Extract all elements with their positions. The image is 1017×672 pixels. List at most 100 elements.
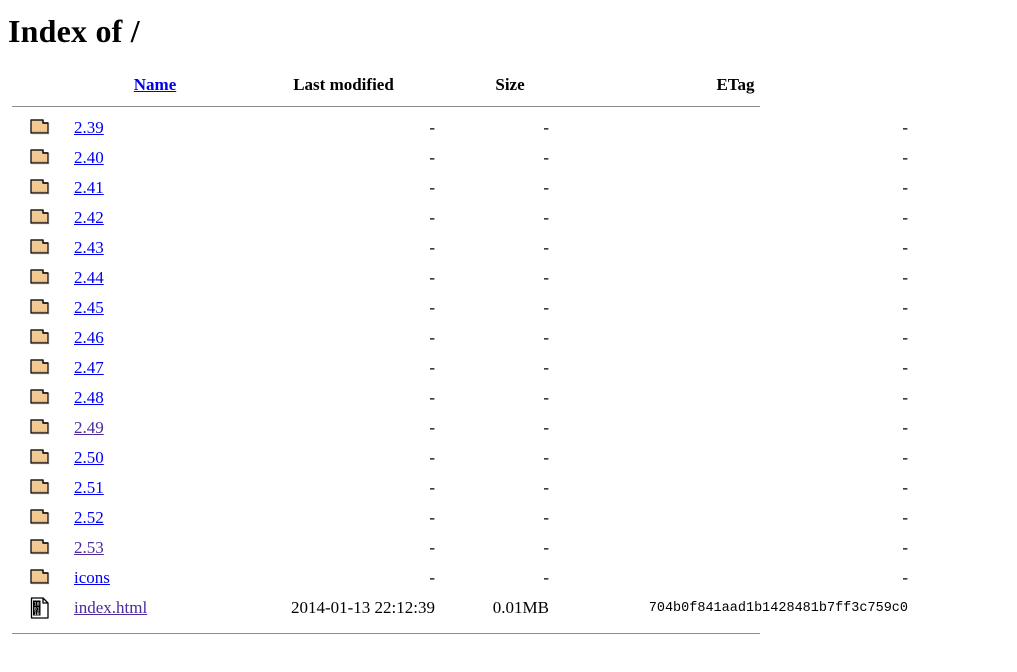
row-etag: - [902,358,908,377]
entry-link[interactable]: icons [74,568,110,587]
row-last-modified: - [429,238,435,257]
row-etag: - [902,508,908,527]
sort-by-name-link[interactable]: Name [134,75,176,94]
directory-table: Name Last modified Size ETag 2.39 - - - 2.40… [12,68,908,634]
folder-icon [30,297,50,319]
entry-link[interactable]: 2.52 [74,508,104,527]
table-row: 2.52 - - - [12,503,908,533]
header-separator-row [12,102,908,113]
entry-link[interactable]: 2.51 [74,478,104,497]
table-row: 2.40 - - - [12,143,908,173]
row-etag: 704b0f841aad1b1428481b7ff3c759c0 [648,600,908,616]
row-name-cell: 2.52 [74,503,230,533]
row-etag: - [902,538,908,557]
folder-icon [30,537,50,559]
table-row: 2.45 - - - [12,293,908,323]
row-size: - [543,478,549,497]
row-size: - [543,148,549,167]
header-divider [12,106,760,107]
entry-link[interactable]: 2.46 [74,328,104,347]
entry-link[interactable]: 2.47 [74,358,104,377]
table-row: 2.46 - - - [12,323,908,353]
row-etag: - [902,418,908,437]
folder-icon [30,117,50,139]
row-last-modified: - [429,268,435,287]
row-last-modified: - [429,418,435,437]
row-last-modified: 2014-01-13 22:12:39 [290,598,435,617]
row-last-modified: - [429,118,435,137]
column-header-last-modified: Last modified [293,75,394,94]
row-icon-cell [12,503,74,533]
table-row: 2.51 - - - [12,473,908,503]
row-etag: - [902,568,908,587]
table-row: 2.53 - - - [12,533,908,563]
row-etag: - [902,388,908,407]
row-name-cell: 2.40 [74,143,230,173]
table-row: 2.39 - - - [12,113,908,143]
folder-icon [30,417,50,439]
row-icon-cell [12,443,74,473]
footer-separator-cell [12,623,908,634]
page-title: Index of / [8,13,140,49]
table-row: 2.49 - - - [12,413,908,443]
entry-link[interactable]: 2.48 [74,388,104,407]
entry-link[interactable]: 2.40 [74,148,104,167]
entry-link[interactable]: 2.44 [74,268,104,287]
row-icon-cell [12,383,74,413]
row-icon-cell [12,203,74,233]
row-last-modified: - [429,208,435,227]
row-last-modified: - [429,358,435,377]
folder-icon [30,207,50,229]
folder-icon [30,147,50,169]
table-row: 2.48 - - - [12,383,908,413]
folder-icon [30,237,50,259]
entry-link[interactable]: 2.42 [74,208,104,227]
row-name-cell: 2.46 [74,323,230,353]
row-icon-cell [12,563,74,593]
entry-link[interactable]: 2.53 [74,538,104,557]
row-last-modified: - [429,298,435,317]
column-header-name: Name [74,68,230,102]
row-icon-cell [12,353,74,383]
row-icon-cell [12,263,74,293]
table-body: 2.39 - - - 2.40 - - - 2.41 - - - 2.42 - - - 2.43 - - - 2.44 -… [12,113,908,623]
column-header-size: Size [495,75,525,94]
row-last-modified: - [429,478,435,497]
row-name-cell: 2.43 [74,233,230,263]
entry-link[interactable]: 2.49 [74,418,104,437]
row-name-cell: icons [74,563,230,593]
folder-icon [30,357,50,379]
row-size: - [543,358,549,377]
row-icon-cell [12,173,74,203]
entry-link[interactable]: 2.50 [74,448,104,467]
row-last-modified: - [429,328,435,347]
row-etag: - [902,328,908,347]
row-name-cell: 2.51 [74,473,230,503]
table-row: 2.47 - - - [12,353,908,383]
entry-link[interactable]: index.html [74,598,147,617]
table-header: Name Last modified Size ETag [12,68,908,113]
folder-icon [30,177,50,199]
column-header-icon [12,68,74,102]
table-row: 2.50 - - - [12,443,908,473]
binary-file-icon: 10 01 10 [30,597,50,619]
row-name-cell: 2.45 [74,293,230,323]
table-row: icons - - - [12,563,908,593]
table-row: 2.41 - - - [12,173,908,203]
row-etag: - [902,298,908,317]
row-icon-cell [12,323,74,353]
folder-icon [30,267,50,289]
entry-link[interactable]: 2.43 [74,238,104,257]
row-etag: - [902,268,908,287]
row-etag: - [902,448,908,467]
footer-separator-row [12,623,908,634]
row-size: - [543,388,549,407]
row-size: - [543,538,549,557]
entry-link[interactable]: 2.45 [74,298,104,317]
entry-link[interactable]: 2.39 [74,118,104,137]
row-last-modified: - [429,388,435,407]
row-icon-cell: 10 01 10 [12,593,74,623]
table-row: 2.42 - - - [12,203,908,233]
folder-icon [30,447,50,469]
entry-link[interactable]: 2.41 [74,178,104,197]
